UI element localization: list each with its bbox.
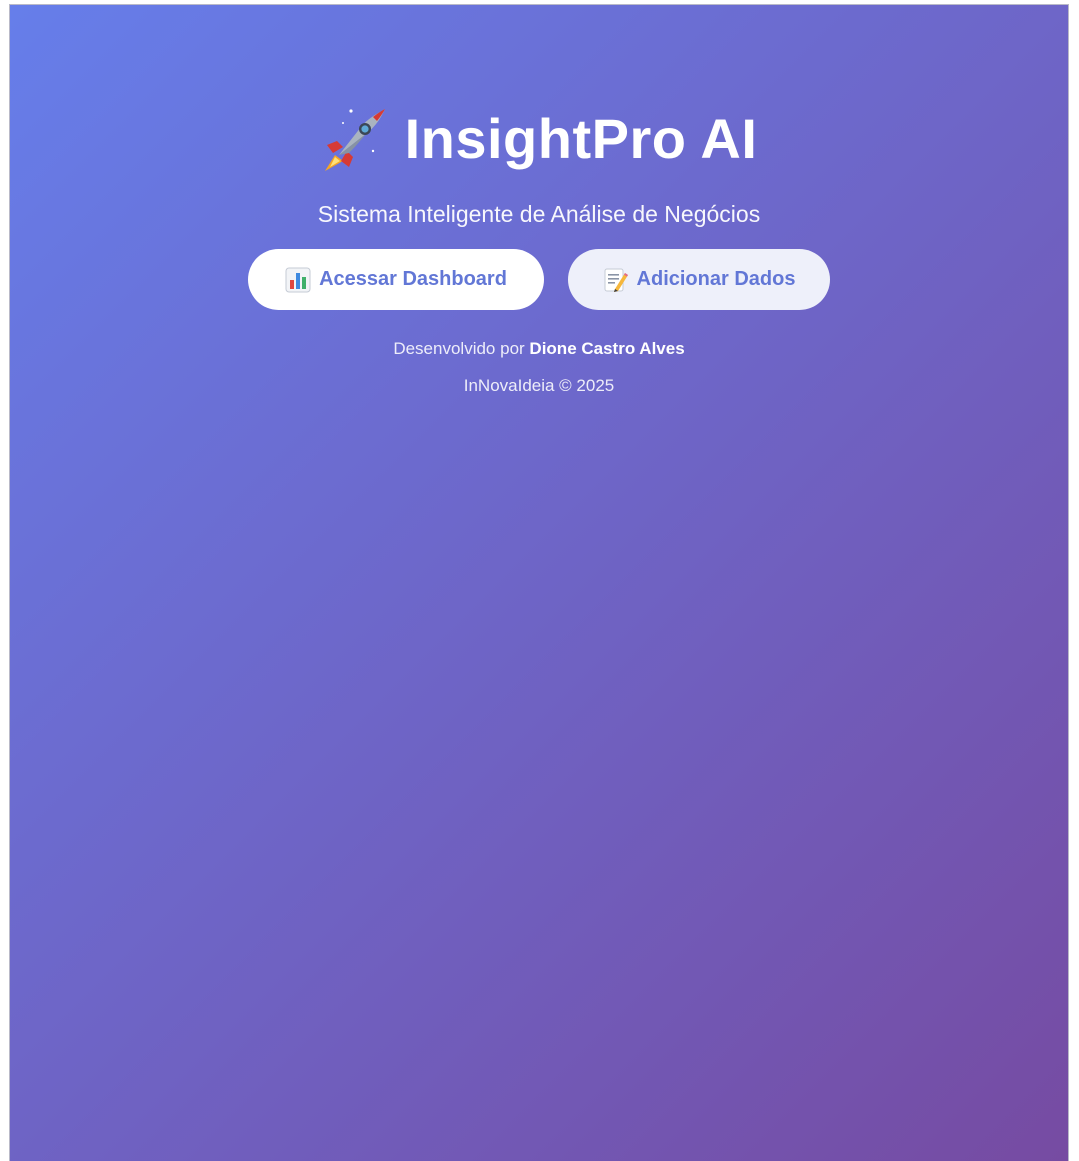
memo-pencil-icon	[603, 267, 629, 293]
app-subtitle: Sistema Inteligente de Análise de Negóci…	[317, 201, 761, 227]
access-dashboard-button[interactable]: Acessar Dashboard	[248, 249, 544, 310]
add-data-button[interactable]: Adicionar Dados	[568, 249, 830, 310]
developed-by-prefix: Desenvolvido por	[393, 339, 525, 358]
access-dashboard-label: Acessar Dashboard	[319, 268, 507, 290]
copyright-text: InNovaIdeia © 2025	[463, 376, 615, 395]
app-title: InsightPro AI	[404, 107, 758, 170]
rocket-icon	[321, 105, 389, 173]
hero-section: InsightPro AI Sistema Inteligente de Aná…	[10, 103, 1068, 397]
action-buttons: Acessar Dashboard Adicionar Dados	[10, 249, 1068, 310]
bar-chart-icon	[285, 267, 311, 293]
add-data-label: Adicionar Dados	[636, 268, 796, 290]
developer-credits: Desenvolvido por Dione Castro Alves	[10, 338, 1068, 360]
app-viewport: InsightPro AI Sistema Inteligente de Aná…	[9, 4, 1069, 1161]
title-row: InsightPro AI	[10, 103, 1068, 175]
developer-name: Dione Castro Alves	[529, 339, 685, 358]
